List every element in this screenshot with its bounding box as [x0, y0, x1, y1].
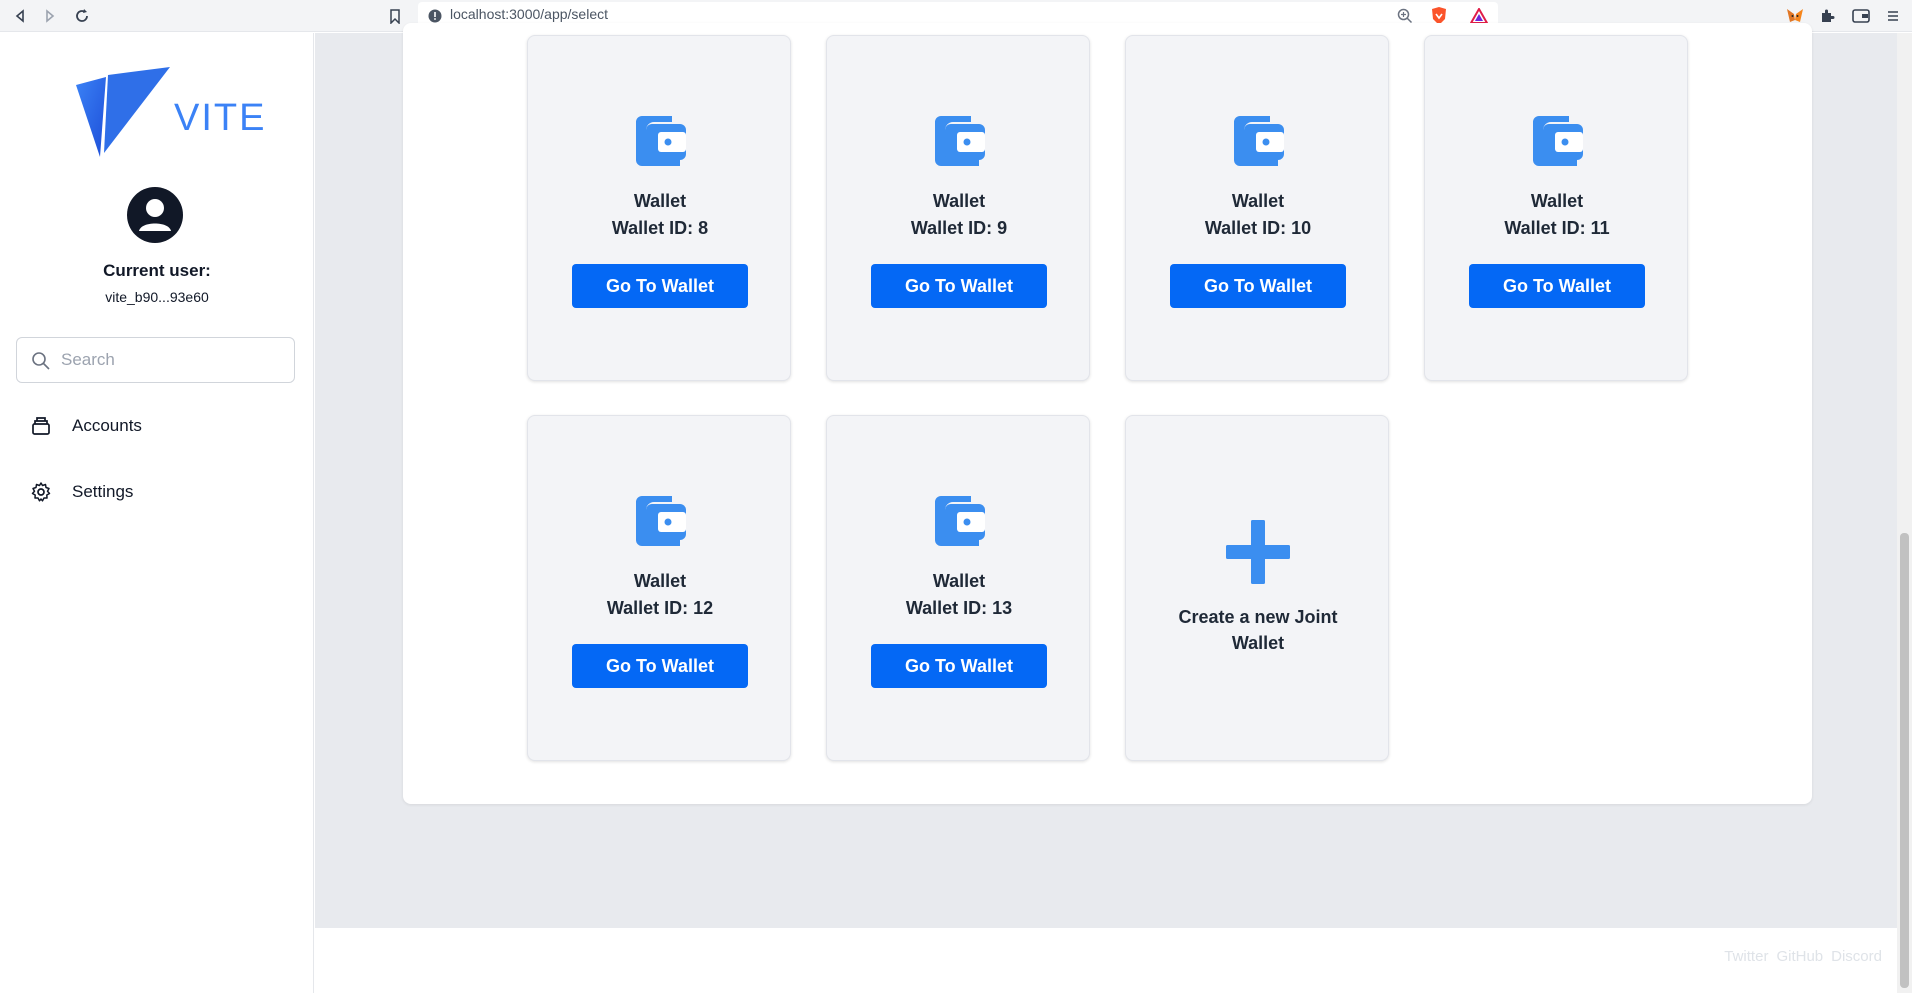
- github-link[interactable]: GitHub: [1776, 948, 1823, 965]
- wallet-id: Wallet ID: 11: [1504, 218, 1610, 238]
- wallets-panel: Wallet Wallet ID: 8 Go To Wallet Wallet …: [403, 23, 1812, 804]
- create-joint-wallet-label: Create a new Joint Wallet: [1178, 607, 1338, 653]
- wallet-extension-icon[interactable]: [1850, 5, 1872, 27]
- url-text[interactable]: localhost:3000/app/select: [450, 6, 608, 22]
- wallet-icon: [1232, 114, 1286, 168]
- wallet-title: Wallet: [1530, 191, 1584, 211]
- search-input[interactable]: [61, 346, 281, 374]
- wallet-title: Wallet: [932, 571, 986, 591]
- sidebar-item-settings[interactable]: Settings: [30, 475, 290, 509]
- go-to-wallet-button[interactable]: Go To Wallet: [572, 264, 748, 308]
- forward-icon[interactable]: [38, 4, 62, 28]
- wallet-card: Wallet Wallet ID: 8 Go To Wallet: [527, 35, 791, 381]
- go-to-wallet-button[interactable]: Go To Wallet: [1170, 264, 1346, 308]
- sidebar-item-accounts[interactable]: Accounts: [30, 409, 290, 443]
- wallet-id: Wallet ID: 10: [1204, 218, 1312, 238]
- wallet-icon: [634, 114, 688, 168]
- wallet-id: Wallet ID: 9: [910, 218, 1008, 238]
- go-to-wallet-button[interactable]: Go To Wallet: [871, 644, 1047, 688]
- wallet-title: Wallet: [1231, 191, 1285, 211]
- wallet-icon: [933, 114, 987, 168]
- sidebar: VITE Current user: vite_b90...93e60 Acco…: [0, 33, 314, 993]
- wallet-card: Wallet Wallet ID: 12 Go To Wallet: [527, 415, 791, 761]
- wallet-title: Wallet: [932, 191, 986, 211]
- discord-link[interactable]: Discord: [1831, 948, 1882, 965]
- wallet-icon: [933, 494, 987, 548]
- gear-icon: [30, 481, 52, 503]
- avatar-icon: [127, 187, 183, 243]
- go-to-wallet-button[interactable]: Go To Wallet: [1469, 264, 1645, 308]
- scrollbar[interactable]: [1897, 33, 1912, 993]
- vite-logo: VITE: [74, 67, 264, 157]
- go-to-wallet-button[interactable]: Go To Wallet: [871, 264, 1047, 308]
- reload-icon[interactable]: [70, 4, 94, 28]
- bookmark-icon[interactable]: [384, 5, 406, 27]
- wallet-icon: [1531, 114, 1585, 168]
- wallet-id: Wallet ID: 12: [606, 598, 714, 618]
- search-field[interactable]: [16, 337, 295, 383]
- wallet-title: Wallet: [633, 571, 687, 591]
- wallet-title: Wallet: [633, 191, 687, 211]
- scroll-thumb[interactable]: [1900, 533, 1909, 988]
- wallet-card: Wallet Wallet ID: 13 Go To Wallet: [826, 415, 1090, 761]
- extensions-icon[interactable]: [1816, 5, 1838, 27]
- wallet-id: Wallet ID: 8: [611, 218, 709, 238]
- plus-icon: [1224, 518, 1292, 586]
- main-content: Wallet Wallet ID: 8 Go To Wallet Wallet …: [315, 23, 1912, 993]
- wallet-card: Wallet Wallet ID: 9 Go To Wallet: [826, 35, 1090, 381]
- wallet-icon: [634, 494, 688, 548]
- search-icon: [31, 351, 51, 371]
- menu-icon[interactable]: [1882, 5, 1904, 27]
- twitter-link[interactable]: Twitter: [1724, 948, 1768, 965]
- logo-text: VITE: [174, 97, 267, 139]
- current-user-label: Current user:: [103, 261, 211, 280]
- footer-links: Twitter GitHub Discord: [1724, 948, 1882, 965]
- user-address: vite_b90...93e60: [105, 289, 209, 305]
- go-to-wallet-button[interactable]: Go To Wallet: [572, 644, 748, 688]
- sidebar-item-label: Accounts: [72, 416, 142, 435]
- wallet-id: Wallet ID: 13: [905, 598, 1013, 618]
- footer: Twitter GitHub Discord: [315, 928, 1912, 993]
- wallet-card: Wallet Wallet ID: 10 Go To Wallet: [1125, 35, 1389, 381]
- wallet-card: Wallet Wallet ID: 11 Go To Wallet: [1424, 35, 1688, 381]
- create-joint-wallet-card[interactable]: Create a new Joint Wallet: [1125, 415, 1389, 761]
- sidebar-item-label: Settings: [72, 482, 134, 501]
- back-icon[interactable]: [8, 4, 32, 28]
- archive-icon: [30, 415, 52, 437]
